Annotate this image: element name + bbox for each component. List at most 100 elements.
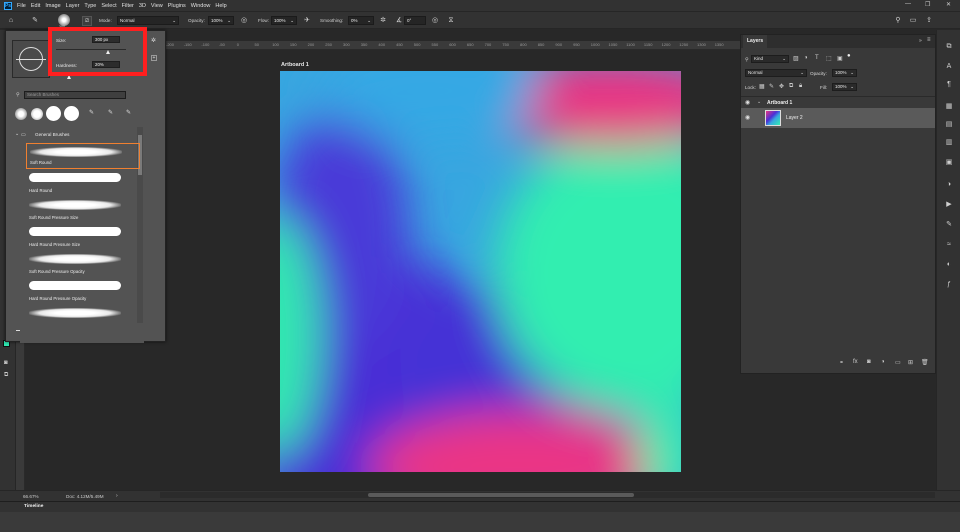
fill-field[interactable]: 100% ⌄ [832, 83, 857, 91]
menu-layer[interactable]: Layer [66, 3, 80, 9]
brush-preset-item[interactable]: Hard Round Pressure Size [26, 224, 140, 250]
pressure-size-icon[interactable]: ◎ [430, 16, 440, 26]
menu-window[interactable]: Window [191, 3, 211, 9]
new-preset-icon[interactable]: + [151, 55, 157, 61]
menu-type[interactable]: Type [84, 3, 96, 9]
timeline-tab[interactable]: Timeline [24, 504, 43, 509]
lock-position-icon[interactable]: ✥ [779, 83, 784, 90]
recent-brush-tip-2[interactable] [31, 108, 43, 120]
symmetry-icon[interactable]: ⧖ [446, 16, 456, 26]
brush-preset-item[interactable]: Soft Round [26, 143, 140, 169]
horizontal-scrollbar[interactable] [160, 492, 935, 498]
patterns-icon[interactable]: ▥ [944, 138, 954, 148]
character-icon[interactable]: A [944, 62, 954, 72]
filter-shape-icon[interactable]: ⬚ [826, 55, 832, 62]
new-layer-icon[interactable]: ⊞ [908, 359, 913, 366]
angle-field[interactable]: 0° [404, 16, 426, 25]
menu-help[interactable]: Help [215, 3, 226, 9]
filter-pixel-icon[interactable]: ▨ [793, 55, 799, 62]
brush-tool-icon[interactable]: ✎ [30, 16, 40, 26]
search-icon[interactable]: ⚲ [893, 16, 903, 26]
mode-select[interactable]: Normal ⌄ [117, 16, 179, 25]
chevron-down-icon[interactable]: ⌄ [757, 99, 761, 105]
menu-edit[interactable]: Edit [31, 3, 40, 9]
brush-settings-toggle-icon[interactable]: ⧄ [82, 16, 92, 26]
brush-preset-item[interactable]: Hard Round [26, 170, 140, 196]
minimize-icon[interactable]: — [905, 1, 911, 7]
brush-preset-item[interactable]: Soft Round Pressure Size [26, 197, 140, 223]
opacity-field[interactable]: 100% ⌄ [208, 16, 234, 25]
flow-field[interactable]: 100% ⌄ [271, 16, 297, 25]
visibility-eye-icon[interactable]: ◉ [745, 99, 750, 106]
trash-icon[interactable]: 🗑︎ [921, 359, 929, 366]
airbrush-icon[interactable]: ✈ [302, 16, 312, 26]
filter-type-icon[interactable]: T [815, 55, 819, 61]
visibility-eye-icon[interactable]: ◉ [745, 114, 750, 121]
adjustments-icon[interactable]: ◑ [944, 180, 954, 190]
collapse-icon[interactable]: » [919, 38, 922, 44]
home-icon[interactable]: ⌂ [6, 16, 16, 26]
menu-file[interactable]: File [17, 3, 26, 9]
panel-menu-icon[interactable]: ≡ [927, 37, 931, 43]
filter-smart-object-icon[interactable]: ▣ [837, 55, 843, 62]
libraries-icon[interactable]: ⧉ [944, 42, 954, 52]
doc-size[interactable]: Doc: 4.12M/5.49M [66, 494, 104, 499]
panel-gear-icon[interactable]: ✲ [151, 37, 156, 44]
recent-brush-tip-1[interactable] [15, 108, 27, 120]
layer-row-layer-2[interactable]: ◉ Layer 2 [741, 108, 935, 128]
workspace-icon[interactable]: ▭ [908, 16, 918, 26]
recent-brush-tip-6[interactable]: ✎ [108, 109, 113, 116]
horizontal-scroll-thumb[interactable] [368, 493, 634, 497]
screen-mode-icon[interactable]: ⧉ [4, 372, 8, 379]
filter-kind-select[interactable]: Kind ⌄ [751, 55, 789, 63]
share-icon[interactable]: ⇪ [924, 16, 934, 26]
filter-toggle-icon[interactable]: ● [847, 53, 851, 59]
chevron-down-icon[interactable]: ⌄ [15, 131, 19, 137]
filter-adjustment-icon[interactable]: ◑ [804, 55, 808, 61]
brush-settings-icon[interactable]: ✎ [944, 220, 954, 230]
layer-opacity-field[interactable]: 100% ⌄ [832, 69, 857, 77]
artboard-canvas[interactable] [280, 71, 681, 472]
fx-icon[interactable]: fx [853, 359, 858, 365]
brush-preset-item[interactable]: Soft Round Pressure Opacity [26, 251, 140, 277]
lock-artboard-icon[interactable]: ⧉ [789, 83, 793, 90]
brush-angle-preview[interactable] [12, 40, 50, 78]
menu-select[interactable]: Select [101, 3, 116, 9]
blend-mode-select[interactable]: Normal ⌄ [745, 69, 807, 77]
link-layers-icon[interactable]: ⚭ [839, 359, 844, 366]
brush-preset-item[interactable]: Hard Round Pressure Opacity [26, 278, 140, 304]
properties-icon[interactable]: ▣ [944, 158, 954, 168]
artboard-title[interactable]: Artboard 1 [281, 62, 309, 68]
menu-view[interactable]: View [151, 3, 163, 9]
quick-mask-icon[interactable]: ◙ [4, 360, 8, 366]
menu-image[interactable]: Image [45, 3, 60, 9]
layers-tab[interactable]: Layers [743, 35, 768, 48]
maximize-icon[interactable]: ❐ [925, 1, 930, 8]
new-group-icon[interactable]: ▭ [895, 359, 901, 366]
paths-icon[interactable]: ≈ [944, 240, 954, 250]
styles-icon[interactable]: ƒ [944, 280, 954, 290]
zoom-level[interactable]: 66.67% [23, 494, 39, 499]
new-adjustment-icon[interactable]: ◑ [881, 359, 885, 365]
channels-icon[interactable]: ◐ [944, 260, 954, 270]
recent-brush-tip-4[interactable] [64, 106, 79, 121]
lock-all-icon[interactable]: 🔒︎ [799, 83, 802, 90]
menu-3d[interactable]: 3D [139, 3, 146, 9]
chevron-right-icon[interactable]: › [116, 493, 118, 499]
lock-transparent-icon[interactable]: ▦ [759, 83, 765, 90]
layer-row-artboard[interactable]: ◉ ⌄ Artboard 1 [741, 96, 935, 108]
menu-plugins[interactable]: Plugins [168, 3, 186, 9]
recent-brush-tip-3[interactable] [46, 106, 61, 121]
paragraph-icon[interactable]: ¶ [944, 80, 954, 90]
recent-brush-tip-7[interactable]: ✎ [126, 109, 131, 116]
swatches-icon[interactable]: ▦ [944, 102, 954, 112]
recent-brush-tip-5[interactable]: ✎ [89, 109, 94, 116]
search-brushes-input[interactable]: Search Brushes [24, 91, 126, 99]
pressure-opacity-icon[interactable]: ◎ [239, 16, 249, 26]
gear-icon[interactable]: ✲ [378, 16, 388, 26]
close-icon[interactable]: ✕ [946, 1, 951, 8]
actions-icon[interactable]: ▶ [944, 200, 954, 210]
add-mask-icon[interactable]: ◙ [867, 359, 871, 365]
lock-image-icon[interactable]: ✎ [769, 83, 774, 90]
brush-group-label[interactable]: General Brushes [35, 132, 69, 137]
